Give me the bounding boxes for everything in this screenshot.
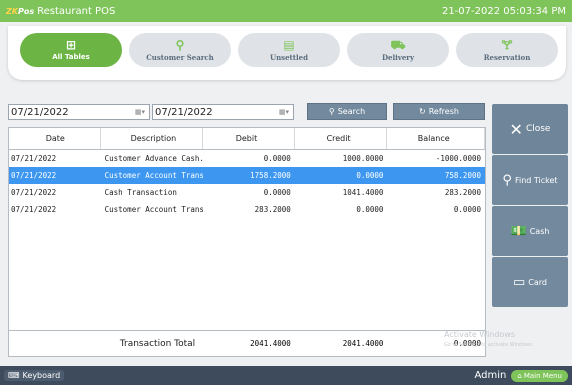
- keyboard-button[interactable]: ⌨ Keyboard: [4, 370, 65, 381]
- tables-icon: ⊞: [65, 38, 77, 52]
- calendar-icon[interactable]: ▦▾: [279, 108, 289, 116]
- nav-delivery-button[interactable]: ⛟ Delivery: [347, 33, 449, 67]
- column-header-date[interactable]: Date: [9, 128, 101, 149]
- close-icon: ✕: [509, 119, 523, 139]
- column-header-credit[interactable]: Credit: [295, 128, 388, 149]
- main-menu-button[interactable]: ⌂ Main Menu: [511, 369, 568, 382]
- receipt-icon: ▤: [283, 37, 295, 52]
- delivery-icon: ⛟: [390, 37, 406, 52]
- column-header-balance[interactable]: Balance: [387, 128, 485, 149]
- refresh-icon: ↻: [419, 107, 426, 116]
- table-row-selected[interactable]: 07/21/2022 Customer Account Trans... 175…: [9, 167, 485, 184]
- top-nav: ⊞ All Tables ⚲ Customer Search ▤ Unsettl…: [8, 26, 566, 80]
- search-button[interactable]: ⚲ Search: [307, 103, 387, 120]
- credit-total: 2041.4000: [342, 339, 384, 348]
- brand: ZKPos Restaurant POS: [6, 6, 115, 17]
- bottom-bar: ⌨ Keyboard Admin ⌂ Main Menu: [0, 366, 572, 385]
- current-user: Admin: [474, 370, 507, 381]
- column-header-description[interactable]: Description: [101, 128, 204, 149]
- table-row[interactable]: 07/21/2022 Customer Advance Cash... 0.00…: [9, 150, 485, 167]
- cash-icon: 💵: [510, 223, 527, 239]
- find-ticket-button[interactable]: ⚲ Find Ticket: [492, 155, 568, 205]
- transaction-grid[interactable]: Date Description Debit Credit Balance 07…: [8, 127, 486, 357]
- calendar-icon[interactable]: ▦▾: [135, 108, 145, 116]
- search-icon: ⚲: [502, 172, 512, 188]
- transaction-total-label: Transaction Total: [119, 338, 196, 349]
- search-icon: ⚲: [175, 37, 185, 52]
- search-icon: ⚲: [328, 107, 335, 116]
- refresh-button[interactable]: ↻ Refresh: [393, 103, 485, 120]
- keyboard-icon: ⌨: [8, 371, 20, 380]
- title-bar: ZKPos Restaurant POS 21-07-2022 05:03:34…: [0, 0, 572, 22]
- nav-customer-search-button[interactable]: ⚲ Customer Search: [129, 33, 231, 67]
- app-logo: ZKPos: [6, 6, 35, 16]
- bottom-right-area: Admin ⌂ Main Menu: [474, 369, 568, 382]
- from-date-picker[interactable]: 07/21/2022 ▦▾: [8, 104, 150, 120]
- debit-total: 2041.4000: [250, 339, 291, 348]
- nav-reservation-button[interactable]: 🝖 Reservation: [456, 33, 558, 67]
- close-button[interactable]: ✕ Close: [492, 104, 568, 154]
- nav-unsettled-button[interactable]: ▤ Unsettled: [238, 33, 340, 67]
- home-icon: ⌂: [517, 371, 522, 380]
- card-button[interactable]: ▭ Card: [492, 257, 568, 307]
- card-icon: ▭: [512, 274, 526, 290]
- cash-button[interactable]: 💵 Cash: [492, 206, 568, 256]
- datetime-display: 21-07-2022 05:03:34 PM: [441, 5, 566, 17]
- grid-header: Date Description Debit Credit Balance: [9, 128, 485, 150]
- nav-all-tables-button[interactable]: ⊞ All Tables: [20, 33, 122, 67]
- to-date-picker[interactable]: 07/21/2022 ▦▾: [152, 104, 294, 120]
- grid-footer: Transaction Total 2041.4000 2041.4000 0.…: [9, 330, 485, 356]
- table-row[interactable]: 07/21/2022 Customer Account Trans... 283…: [9, 201, 485, 218]
- table-row[interactable]: 07/21/2022 Cash Transaction 0.0000 1041.…: [9, 184, 485, 201]
- column-header-debit[interactable]: Debit: [203, 128, 295, 149]
- activation-watermark: Activate Windows Go to Settings to activ…: [444, 330, 534, 348]
- reservation-icon: 🝖: [501, 37, 513, 52]
- app-title: Restaurant POS: [37, 5, 116, 17]
